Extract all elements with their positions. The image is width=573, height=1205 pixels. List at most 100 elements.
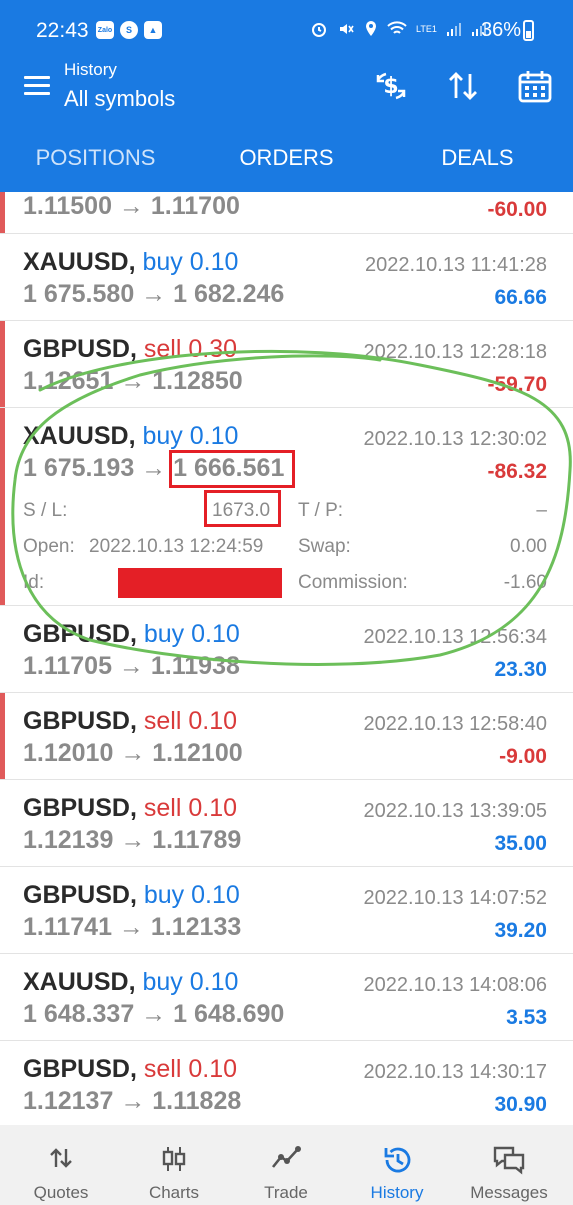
trade-time: 2022.10.13 14:30:17 [363,1061,547,1083]
trade-volume: 0.10 [188,1055,238,1083]
tab-orders[interactable]: ORDERS [191,124,382,192]
nav-label: History [370,1183,424,1202]
trade-symbol: XAUUSD [23,422,129,450]
trade-title: GBPUSD, sell 0.30 [23,335,238,363]
sl-highlight [204,490,281,527]
trade-time: 2022.10.13 14:08:06 [363,974,547,996]
trade-volume: 0.10 [191,881,240,909]
trade-side: buy [143,620,185,648]
nav-trade[interactable]: Trade [229,1125,343,1205]
trade-time: 2022.10.13 14:07:52 [363,887,547,909]
messages-icon [493,1146,525,1175]
trade-row[interactable]: 1.11500 → 1.11700 -60.00 [0,192,573,234]
open-time: 2022.10.13 12:24:59 [89,536,264,557]
status-bar: 22:43 Zalo S ▲ LTE1 36% [0,0,573,62]
symbol-filter[interactable]: All symbols [64,86,175,112]
trade-row[interactable]: GBPUSD, buy 0.10 2022.10.13 12:56:34 1.1… [0,606,573,693]
gallery-icon: ▲ [144,21,162,39]
mute-icon [340,24,354,34]
trade-title: GBPUSD, buy 0.10 [23,881,240,909]
trade-prices: 1.11705 → 1.11938 [23,652,240,680]
history-tabs: POSITIONS ORDERS DEALS [0,124,573,192]
trade-profit: 30.90 [494,1093,547,1116]
dollar-exchange-icon[interactable]: $ [373,68,409,104]
trade-prices: 1 675.580 → 1 682.246 [23,280,285,308]
trade-symbol: GBPUSD [23,794,130,822]
trade-icon [271,1146,301,1168]
trade-row[interactable]: GBPUSD, buy 0.10 2022.10.13 14:07:52 1.1… [0,867,573,954]
trade-prices: 1.11500 → 1.11700 [23,192,240,220]
redacted-id [118,568,282,598]
trade-title: XAUUSD, buy 0.10 [23,248,239,276]
trade-profit: 66.66 [494,286,547,309]
trade-row[interactable]: XAUUSD, buy 0.10 2022.10.13 11:41:28 1 6… [0,234,573,321]
history-icon [384,1147,411,1173]
trade-symbol: GBPUSD [23,881,130,909]
trade-volume: 0.10 [188,707,238,735]
trade-prices: 1.12010 → 1.12100 [23,739,243,767]
tab-deals[interactable]: DEALS [382,124,573,192]
trade-side: sell [143,335,182,363]
trade-row[interactable]: GBPUSD, sell 0.10 2022.10.13 14:30:17 1.… [0,1041,573,1125]
trade-volume: 0.10 [189,422,239,450]
history-list[interactable]: 1.11500 → 1.11700 -60.00 XAUUSD, buy 0.1… [0,192,573,1125]
loss-marker [0,408,5,605]
calendar-icon[interactable] [517,68,553,104]
quotes-icon [50,1148,72,1168]
location-icon [366,21,376,36]
trade-title: GBPUSD, sell 0.10 [23,707,238,735]
tab-positions[interactable]: POSITIONS [0,124,191,192]
trade-row[interactable]: GBPUSD, sell 0.10 2022.10.13 13:39:05 1.… [0,780,573,867]
trade-volume: 0.10 [189,968,239,996]
nav-messages[interactable]: Messages [452,1125,566,1205]
nav-label: Quotes [33,1183,89,1202]
trade-row-expanded[interactable]: XAUUSD, buy 0.10 2022.10.13 12:30:02 1 6… [0,408,573,606]
trade-symbol: GBPUSD [23,335,130,363]
loss-marker [0,693,5,779]
trade-title: XAUUSD, buy 0.10 [23,422,239,450]
trade-title: GBPUSD, sell 0.10 [23,794,238,822]
trade-profit: 35.00 [494,832,547,855]
trade-profit: 39.20 [494,919,547,942]
nav-history[interactable]: History [340,1125,454,1205]
loss-marker [0,192,5,233]
trade-profit: -86.32 [487,460,547,483]
sort-icon[interactable] [445,68,481,104]
system-icons: LTE1 [310,20,487,38]
bottom-navigation: Quotes Charts Trade History Messages [0,1125,573,1205]
nav-label: Trade [264,1183,308,1202]
trade-side: sell [143,707,182,735]
trade-profit: 3.53 [506,1006,547,1029]
swap-value: 0.00 [510,536,547,557]
trade-row[interactable]: GBPUSD, sell 0.30 2022.10.13 12:28:18 1.… [0,321,573,408]
nav-quotes[interactable]: Quotes [4,1125,118,1205]
close-price-highlight [169,450,295,488]
open-label: Open: [23,536,75,557]
id-label: Id: [23,572,45,593]
trade-symbol: GBPUSD [23,707,130,735]
trade-symbol: XAUUSD [23,248,129,276]
trade-volume: 0.30 [188,335,238,363]
trade-row[interactable]: GBPUSD, sell 0.10 2022.10.13 12:58:40 1.… [0,693,573,780]
menu-icon[interactable] [24,76,50,96]
battery-percent: 36% [481,19,522,41]
trade-prices: 1.12651 → 1.12850 [23,367,243,395]
loss-marker [0,321,5,407]
charts-icon [162,1147,186,1171]
trade-profit: -59.70 [487,373,547,396]
notification-icons: Zalo S ▲ [96,21,162,39]
signal-icon [446,23,461,36]
trade-title: GBPUSD, buy 0.10 [23,620,240,648]
trade-time: 2022.10.13 12:30:02 [363,428,547,450]
tp-label: T / P: [298,500,344,521]
trade-side: buy [142,968,183,996]
commission-label: Commission: [298,572,408,593]
trade-row[interactable]: XAUUSD, buy 0.10 2022.10.13 14:08:06 1 6… [0,954,573,1041]
trade-side: buy [142,422,183,450]
screen-subtitle: History [64,60,117,79]
alarm-icon [312,23,326,37]
tp-value: – [536,500,547,521]
wifi-icon [387,21,407,34]
nav-charts[interactable]: Charts [117,1125,231,1205]
trade-profit: 23.30 [494,658,547,681]
